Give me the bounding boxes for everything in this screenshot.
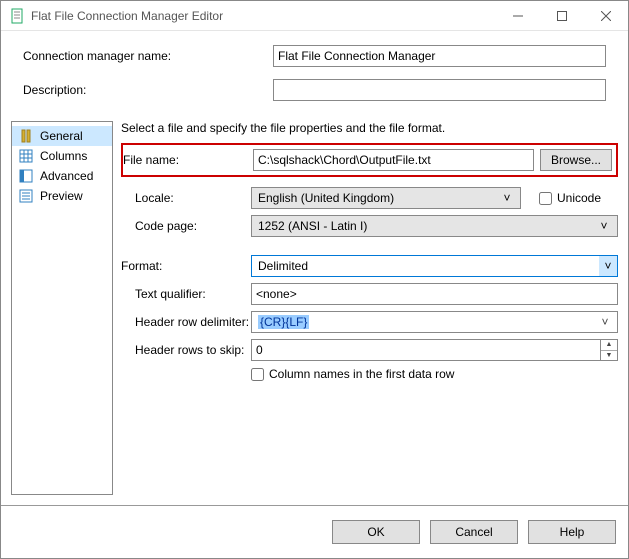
filename-highlight: File name: Browse... xyxy=(121,143,618,177)
hint-text: Select a file and specify the file prope… xyxy=(121,121,618,135)
maximize-button[interactable] xyxy=(540,1,584,31)
headerdelim-select[interactable]: {CR}{LF} ˅ xyxy=(251,311,618,333)
unicode-checkbox[interactable] xyxy=(539,192,552,205)
dialog-window: Flat File Connection Manager Editor Conn… xyxy=(0,0,629,559)
headerdelim-label: Header row delimiter: xyxy=(121,315,251,329)
cancel-button[interactable]: Cancel xyxy=(430,520,518,544)
app-icon xyxy=(9,8,25,24)
general-icon xyxy=(18,128,34,144)
textqualifier-label: Text qualifier: xyxy=(121,287,251,301)
connection-name-label: Connection manager name: xyxy=(23,49,273,63)
content-pane: Select a file and specify the file prope… xyxy=(121,121,618,495)
preview-icon xyxy=(18,188,34,204)
locale-value: English (United Kingdom) xyxy=(258,191,498,205)
sidebar-label: Preview xyxy=(40,189,83,203)
headerdelim-value: {CR}{LF} xyxy=(258,315,309,329)
minimize-button[interactable] xyxy=(496,1,540,31)
headerskip-label: Header rows to skip: xyxy=(121,343,251,357)
format-select[interactable]: Delimited ˅ xyxy=(251,255,618,277)
format-value: Delimited xyxy=(258,259,599,273)
locale-select[interactable]: English (United Kingdom) ˅ xyxy=(251,187,521,209)
dialog-footer: OK Cancel Help xyxy=(1,505,628,558)
unicode-label: Unicode xyxy=(557,191,601,205)
top-form: Connection manager name: Description: xyxy=(1,31,628,121)
step-down-icon: ▼ xyxy=(601,351,617,361)
sidebar-item-advanced[interactable]: Advanced xyxy=(12,166,112,186)
titlebar: Flat File Connection Manager Editor xyxy=(1,1,628,31)
columnnames-label: Column names in the first data row xyxy=(269,367,454,381)
chevron-down-icon: ˅ xyxy=(597,315,613,329)
step-up-icon: ▲ xyxy=(601,340,617,351)
headerskip-input[interactable] xyxy=(251,339,600,361)
columns-icon xyxy=(18,148,34,164)
sidebar-label: General xyxy=(40,129,83,143)
chevron-down-icon: ˅ xyxy=(595,216,613,236)
browse-button[interactable]: Browse... xyxy=(540,149,612,171)
filename-input[interactable] xyxy=(253,149,534,171)
locale-label: Locale: xyxy=(121,191,251,205)
sidebar-item-general[interactable]: General xyxy=(12,126,112,146)
description-input[interactable] xyxy=(273,79,606,101)
codepage-select[interactable]: 1252 (ANSI - Latin I) ˅ xyxy=(251,215,618,237)
help-button[interactable]: Help xyxy=(528,520,616,544)
codepage-label: Code page: xyxy=(121,219,251,233)
filename-label: File name: xyxy=(123,153,253,167)
close-button[interactable] xyxy=(584,1,628,31)
format-label: Format: xyxy=(121,259,251,273)
codepage-value: 1252 (ANSI - Latin I) xyxy=(258,219,595,233)
chevron-down-icon: ˅ xyxy=(599,256,617,276)
connection-name-input[interactable] xyxy=(273,45,606,67)
textqualifier-input[interactable] xyxy=(251,283,618,305)
headerskip-stepper[interactable]: ▲ ▼ xyxy=(600,339,618,361)
sidebar-label: Columns xyxy=(40,149,87,163)
chevron-down-icon: ˅ xyxy=(498,188,516,208)
advanced-icon xyxy=(18,168,34,184)
columnnames-checkbox[interactable] xyxy=(251,368,264,381)
description-label: Description: xyxy=(23,83,273,97)
sidebar-item-columns[interactable]: Columns xyxy=(12,146,112,166)
sidebar-item-preview[interactable]: Preview xyxy=(12,186,112,206)
ok-button[interactable]: OK xyxy=(332,520,420,544)
window-title: Flat File Connection Manager Editor xyxy=(31,9,496,23)
sidebar: General Columns Advanced Preview xyxy=(11,121,113,495)
sidebar-label: Advanced xyxy=(40,169,93,183)
